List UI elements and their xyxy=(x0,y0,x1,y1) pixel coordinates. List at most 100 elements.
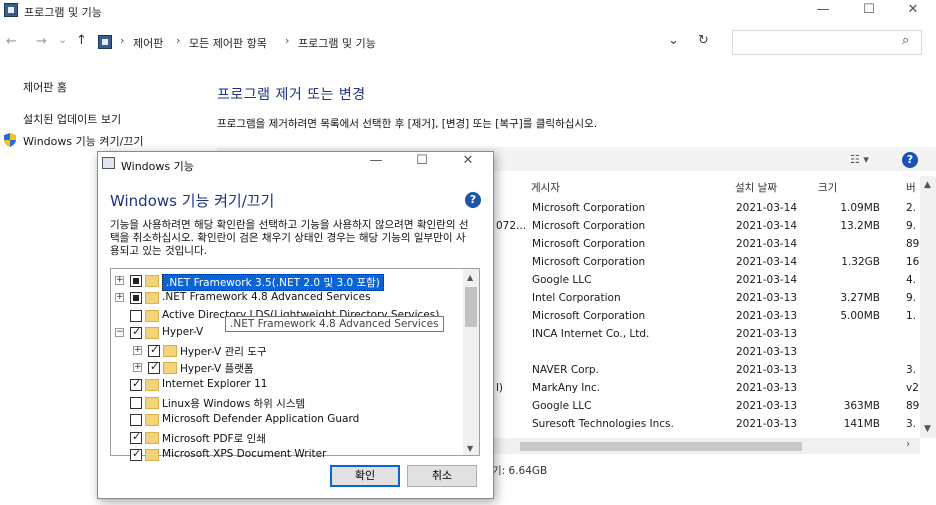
program-version: 16 xyxy=(906,256,920,268)
program-version: 3. xyxy=(906,418,917,430)
maximize-button[interactable]: ☐ xyxy=(846,0,892,22)
ok-button[interactable]: 확인 xyxy=(330,465,400,487)
table-row[interactable] xyxy=(492,344,920,362)
feature-checkbox[interactable] xyxy=(130,292,142,304)
dialog-minimize-button[interactable]: — xyxy=(356,151,396,173)
search-input[interactable] xyxy=(732,30,922,55)
folder-icon xyxy=(145,379,159,391)
expand-icon[interactable]: + xyxy=(133,346,142,355)
scroll-up-icon[interactable]: ▲ xyxy=(924,180,931,190)
address-location-icon xyxy=(98,35,112,49)
program-publisher: MarkAny Inc. xyxy=(532,382,601,394)
feature-label: .NET Framework 4.8 Advanced Services xyxy=(162,291,371,303)
program-publisher: Google LLC xyxy=(532,400,592,412)
window-title: 프로그램 및 기능 xyxy=(24,6,102,19)
scroll-down-icon[interactable]: ▼ xyxy=(924,424,931,434)
breadcrumb-separator: › xyxy=(120,34,125,47)
feature-label: Linux용 Windows 하위 시스템 xyxy=(162,398,306,410)
program-publisher: Google LLC xyxy=(532,274,592,286)
dialog-title: Windows 기능 xyxy=(121,160,194,173)
dialog-close-button[interactable]: ✕ xyxy=(448,151,488,173)
close-button[interactable]: ✕ xyxy=(890,0,936,22)
breadcrumb-programs[interactable]: 프로그램 및 기능 xyxy=(298,35,376,51)
recent-locations-icon[interactable]: ⌄ xyxy=(58,33,67,46)
installed-updates-link[interactable]: 설치된 업데이트 보기 xyxy=(23,111,121,127)
feature-checkbox[interactable] xyxy=(130,414,142,426)
feature-checkbox[interactable] xyxy=(130,310,142,322)
forward-arrow-icon[interactable]: → xyxy=(36,34,47,49)
cancel-button[interactable]: 취소 xyxy=(407,465,477,487)
windows-features-link[interactable]: Windows 기능 켜기/끄기 xyxy=(23,133,144,149)
back-arrow-icon[interactable]: ← xyxy=(6,34,17,49)
breadcrumb-control-panel[interactable]: 제어판 xyxy=(133,35,163,51)
feature-checkbox[interactable] xyxy=(130,397,142,409)
folder-icon xyxy=(145,397,159,409)
feature-label: Microsoft XPS Document Writer xyxy=(162,448,327,460)
column-header-version[interactable]: 버 xyxy=(906,180,916,195)
dialog-description: 기능을 사용하려면 해당 확인란을 선택하고 기능을 사용하지 않으려면 확인란… xyxy=(110,219,469,257)
program-install-date: 2021-03-13 xyxy=(736,328,798,340)
program-size: 141MB xyxy=(843,418,880,430)
windows-features-icon xyxy=(102,157,115,169)
help-icon[interactable]: ? xyxy=(902,152,918,168)
program-publisher: Microsoft Corporation xyxy=(532,256,646,268)
minimize-button[interactable]: — xyxy=(800,0,846,22)
program-size: 3.27MB xyxy=(840,292,880,304)
program-name-tail: l) xyxy=(496,382,504,394)
view-options-icon[interactable]: ☷ ▾ xyxy=(850,153,869,166)
feature-label: Internet Explorer 11 xyxy=(162,378,268,390)
program-size: 1.32GB xyxy=(841,256,880,268)
program-install-date: 2021-03-13 xyxy=(736,346,798,358)
feature-checkbox[interactable] xyxy=(148,343,160,357)
expand-icon[interactable]: + xyxy=(115,276,124,285)
program-install-date: 2021-03-13 xyxy=(736,400,798,412)
address-dropdown-icon[interactable]: ⌄ xyxy=(668,33,679,48)
feature-checkbox[interactable] xyxy=(148,360,160,374)
program-version: 4. xyxy=(906,274,917,286)
program-size: 5.00MB xyxy=(840,310,880,322)
refresh-icon[interactable]: ↻ xyxy=(698,33,709,48)
feature-checkbox[interactable] xyxy=(130,377,142,391)
program-size: 13.2MB xyxy=(840,220,880,232)
folder-icon xyxy=(145,327,159,339)
program-publisher: Intel Corporation xyxy=(532,292,621,304)
column-header-size[interactable]: 크기 xyxy=(818,180,837,195)
program-install-date: 2021-03-13 xyxy=(736,382,798,394)
column-header-install-date[interactable]: 설치 날짜 xyxy=(735,180,777,195)
expand-icon[interactable]: + xyxy=(133,363,142,372)
page-title: 프로그램 제거 또는 변경 xyxy=(217,87,366,103)
program-publisher: Suresoft Technologies Incs. xyxy=(532,418,674,430)
folder-icon xyxy=(145,449,159,461)
program-size: 1.09MB xyxy=(840,202,880,214)
title-bar xyxy=(0,0,936,22)
feature-checkbox[interactable] xyxy=(130,430,142,444)
tree-scroll-thumb[interactable] xyxy=(465,287,477,327)
feature-checkbox[interactable] xyxy=(130,447,142,461)
feature-checkbox[interactable] xyxy=(130,325,142,339)
folder-icon xyxy=(145,292,159,304)
up-arrow-icon[interactable]: ↑ xyxy=(76,33,87,48)
breadcrumb-all-items[interactable]: 모든 제어판 항목 xyxy=(189,35,267,51)
list-vertical-scrollbar[interactable] xyxy=(920,176,936,438)
dialog-maximize-button[interactable]: ☐ xyxy=(402,151,442,173)
tree-scroll-up-icon[interactable]: ▲ xyxy=(467,273,473,282)
program-install-date: 2021-03-13 xyxy=(736,364,798,376)
collapse-icon[interactable]: − xyxy=(115,328,124,337)
expand-icon[interactable]: + xyxy=(115,293,124,302)
horizontal-scroll-thumb[interactable] xyxy=(520,442,802,451)
column-header-publisher[interactable]: 게시자 xyxy=(531,180,560,195)
feature-label: Microsoft Defender Application Guard xyxy=(162,413,360,425)
feature-checkbox[interactable] xyxy=(130,275,142,287)
feature-label: Microsoft PDF로 인쇄 xyxy=(162,433,266,445)
scroll-right-icon[interactable]: › xyxy=(906,439,910,450)
program-install-date: 2021-03-14 xyxy=(736,238,798,250)
control-panel-home-link[interactable]: 제어판 홈 xyxy=(23,79,67,95)
program-version: 2. xyxy=(906,202,917,214)
program-publisher: Microsoft Corporation xyxy=(532,310,646,322)
tree-scroll-down-icon[interactable]: ▼ xyxy=(467,444,473,453)
program-version: 1. xyxy=(906,310,917,322)
program-publisher: Microsoft Corporation xyxy=(532,238,646,250)
program-publisher: INCA Internet Co., Ltd. xyxy=(532,328,650,340)
dialog-help-icon[interactable]: ? xyxy=(465,192,481,208)
folder-icon xyxy=(145,275,159,287)
